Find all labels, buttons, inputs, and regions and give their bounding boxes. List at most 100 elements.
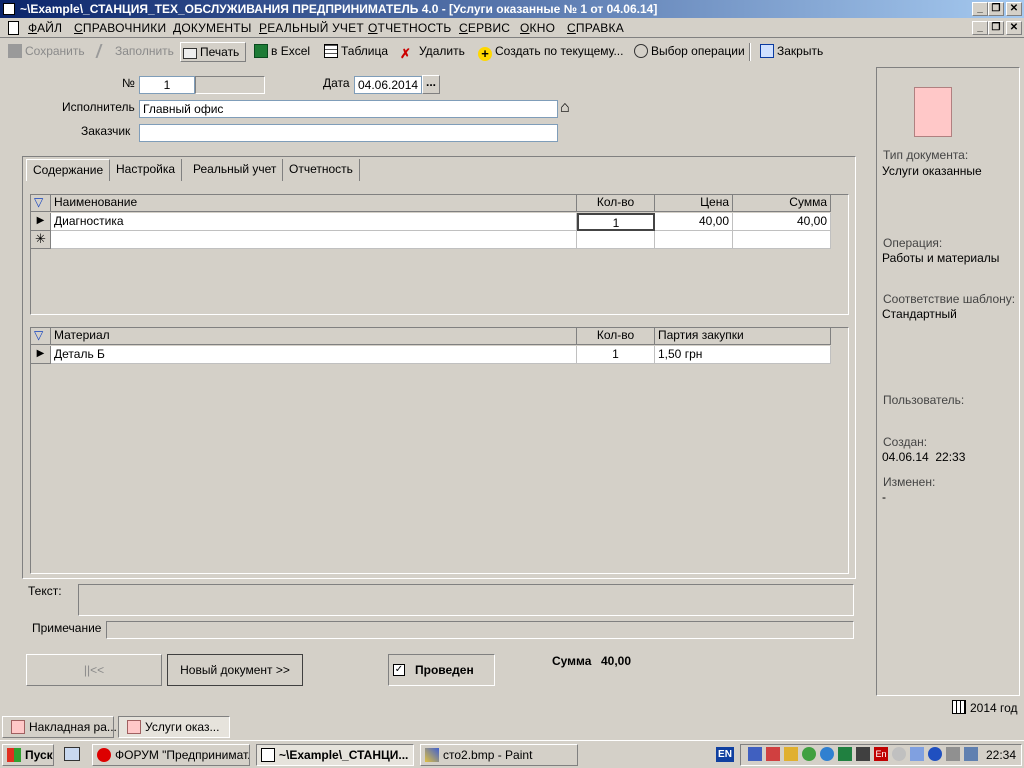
customer-field[interactable]: [139, 124, 558, 142]
header-sum[interactable]: Сумма: [733, 195, 831, 212]
cell-sum[interactable]: 40,00: [733, 213, 831, 231]
new-document-button[interactable]: Новый документ >>: [167, 654, 303, 686]
close-window-button[interactable]: ✕: [1006, 2, 1022, 16]
display-icon[interactable]: [910, 747, 924, 761]
date-picker-button[interactable]: ...: [422, 75, 440, 94]
note-field[interactable]: [106, 621, 854, 639]
quick-launch-icon[interactable]: [64, 747, 80, 761]
note-label: Примечание: [32, 621, 102, 635]
new-row[interactable]: ✳: [31, 231, 831, 249]
materials-grid-header: ▽ Материал Кол-во Партия закупки: [31, 328, 831, 345]
tab-real-accounting[interactable]: Реальный учет: [187, 159, 284, 181]
save-button[interactable]: Сохранить: [6, 42, 85, 62]
start-button[interactable]: Пуск: [2, 744, 54, 766]
menu-service[interactable]: СЕРВИС: [459, 21, 510, 35]
row-selector-arrow[interactable]: ▶: [31, 346, 51, 364]
mdi-tab-services[interactable]: Услуги оказ...: [118, 716, 230, 738]
tools-icon[interactable]: [964, 747, 978, 761]
table-icon: [324, 44, 338, 58]
header-qty[interactable]: Кол-во: [577, 195, 655, 212]
new-cell-name[interactable]: [51, 231, 577, 249]
table-button[interactable]: Таблица: [322, 42, 388, 62]
mdi-tab-invoice[interactable]: Накладная ра...: [2, 716, 117, 738]
device-icon[interactable]: [856, 747, 870, 761]
filter-icon[interactable]: ▽: [31, 328, 51, 345]
monitor-icon[interactable]: [946, 747, 960, 761]
cell-price[interactable]: 40,00: [655, 213, 733, 231]
menu-documents[interactable]: ДОКУМЕНТЫ: [173, 21, 252, 35]
bluetooth-icon[interactable]: [928, 747, 942, 761]
menu-reports[interactable]: ОТЧЕТНОСТЬ: [368, 21, 451, 35]
language-indicator[interactable]: EN: [716, 747, 734, 762]
table-row[interactable]: ▶ Деталь Б 1 1,50 грн: [31, 346, 831, 364]
new-cell-qty[interactable]: [577, 231, 655, 249]
first-document-button[interactable]: ||<<: [26, 654, 162, 686]
header-material[interactable]: Материал: [51, 328, 577, 345]
minimize-button[interactable]: _: [972, 2, 988, 16]
menu-help[interactable]: СПРАВКА: [567, 21, 624, 35]
header-name[interactable]: Наименование: [51, 195, 577, 212]
new-cell-price[interactable]: [655, 231, 733, 249]
template-label: Соответствие шаблону:: [883, 292, 1016, 306]
restore-button[interactable]: ❐: [988, 2, 1004, 16]
menu-directories[interactable]: СПРАВОЧНИКИ: [74, 21, 166, 35]
cell-qty[interactable]: 1: [577, 346, 655, 364]
table-row[interactable]: ▶ Диагностика 1 40,00 40,00: [31, 213, 831, 231]
clock[interactable]: 22:34: [986, 748, 1016, 762]
windows-logo-icon: [7, 748, 21, 762]
task-paint[interactable]: сто2.bmp - Paint: [420, 744, 578, 766]
customer-label: Заказчик: [81, 124, 131, 138]
mdi-restore-button[interactable]: ❐: [988, 21, 1004, 35]
sum-value: 40,00: [601, 654, 632, 668]
text-field[interactable]: [78, 584, 854, 616]
executor-field[interactable]: Главный офис: [139, 100, 558, 118]
update-icon[interactable]: [802, 747, 816, 761]
print-button[interactable]: Печать: [180, 42, 246, 62]
menu-real-accounting[interactable]: РЕАЛЬНЫЙ УЧЕТ: [259, 21, 364, 35]
app-icon: [3, 3, 15, 15]
menu-file[interactable]: ФАЙЛ: [28, 21, 62, 35]
close-button[interactable]: Закрыть: [758, 42, 823, 62]
shield-icon[interactable]: [784, 747, 798, 761]
keyboard-layout-icon[interactable]: En: [874, 747, 888, 761]
create-from-current-button[interactable]: + Создать по текущему...: [476, 42, 623, 62]
posted-checkbox[interactable]: ✓: [393, 664, 405, 676]
mdi-minimize-button[interactable]: _: [972, 21, 988, 35]
task-station[interactable]: ~\Example\_СТАНЦИ...: [256, 744, 414, 766]
cell-material[interactable]: Деталь Б: [51, 346, 577, 364]
number-label: №: [122, 76, 135, 90]
choose-operation-button[interactable]: Выбор операции: [632, 42, 745, 62]
tab-content[interactable]: Содержание: [26, 159, 111, 181]
filter-icon[interactable]: ▽: [31, 195, 51, 212]
security-icon[interactable]: [838, 747, 852, 761]
network-icon[interactable]: [748, 747, 762, 761]
new-cell-sum[interactable]: [733, 231, 831, 249]
sum-label: Сумма: [552, 654, 592, 668]
antivirus-icon[interactable]: [766, 747, 780, 761]
menu-window[interactable]: ОКНО: [520, 21, 555, 35]
title-bar[interactable]: ~\Example\_СТАНЦИЯ_ТЕХ_ОБСЛУЖИВАНИЯ ПРЕД…: [0, 0, 1024, 18]
posted-checkbox-box[interactable]: ✓ Проведен: [388, 654, 495, 686]
mdi-close-button[interactable]: ✕: [1006, 21, 1022, 35]
home-icon[interactable]: ⌂: [560, 100, 578, 116]
header-price[interactable]: Цена: [655, 195, 733, 212]
header-batch[interactable]: Партия закупки: [655, 328, 831, 345]
number-field[interactable]: 1: [139, 76, 195, 94]
globe-icon[interactable]: [820, 747, 834, 761]
cell-name[interactable]: Диагностика: [51, 213, 577, 231]
clock-app-icon[interactable]: [892, 747, 906, 761]
task-forum[interactable]: ФОРУМ "Предпринимат...: [92, 744, 250, 766]
cell-batch[interactable]: 1,50 грн: [655, 346, 831, 364]
excel-button[interactable]: в Excel: [252, 42, 310, 62]
save-icon: [8, 44, 22, 58]
tab-settings[interactable]: Настройка: [110, 159, 183, 181]
delete-button[interactable]: ✗ Удалить: [398, 42, 465, 62]
created-value: 04.06.14 22:33: [882, 450, 966, 464]
date-field[interactable]: 04.06.2014: [354, 76, 422, 94]
cell-qty[interactable]: 1: [577, 213, 655, 231]
fill-button[interactable]: Заполнить: [95, 42, 174, 62]
row-selector-arrow[interactable]: ▶: [31, 213, 51, 231]
header-qty[interactable]: Кол-во: [577, 328, 655, 345]
tab-reports[interactable]: Отчетность: [283, 159, 360, 181]
doc-type-label: Тип документа:: [883, 148, 969, 162]
